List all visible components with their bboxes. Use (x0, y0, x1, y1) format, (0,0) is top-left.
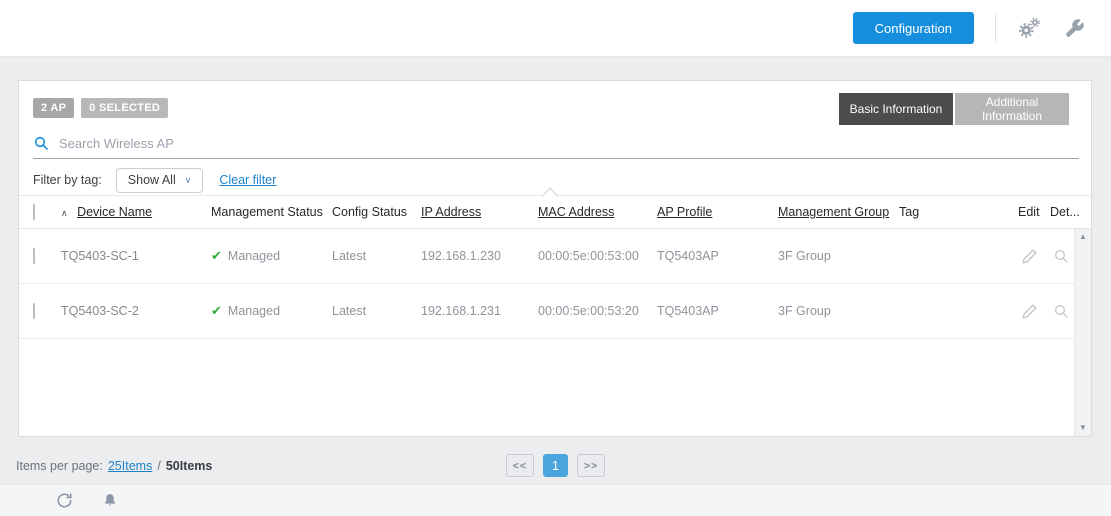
cell-device-name: TQ5403-SC-2 (61, 304, 211, 318)
cell-ap-profile: TQ5403AP (657, 249, 778, 263)
top-bar: Configuration (0, 0, 1111, 57)
tag-filter-dropdown[interactable]: Show All ∨ (116, 168, 204, 193)
tab-basic-information[interactable]: Basic Information (839, 93, 953, 125)
table-row: TQ5403-SC-1 ✔ Managed Latest 192.168.1.2… (19, 229, 1074, 284)
search-input[interactable] (59, 136, 1079, 151)
pagination-prev-button[interactable]: << (506, 454, 534, 477)
bottom-bar (0, 484, 1111, 516)
row-checkbox[interactable] (33, 248, 35, 264)
cell-mac-address: 00:00:5e:00:53:20 (538, 304, 657, 318)
table-row: TQ5403-SC-2 ✔ Managed Latest 192.168.1.2… (19, 284, 1074, 339)
managed-check-icon: ✔ (211, 248, 222, 264)
wrench-icon[interactable] (1062, 16, 1086, 40)
column-header-detail: Det... (1050, 205, 1091, 219)
cell-mac-address: 00:00:5e:00:53:00 (538, 249, 657, 263)
column-header-device-name[interactable]: Device Name (77, 205, 152, 219)
pagination-page-1-button[interactable]: 1 (543, 454, 568, 477)
ap-list-panel: 2 AP 0 SELECTED Basic Information Additi… (18, 80, 1092, 437)
cell-config-status: Latest (332, 249, 421, 263)
edit-pencil-icon[interactable] (1018, 245, 1040, 267)
column-header-management-group[interactable]: Management Group (778, 205, 889, 219)
column-header-ip-address[interactable]: IP Address (421, 205, 481, 219)
cell-ap-profile: TQ5403AP (657, 304, 778, 318)
cell-management-status: ✔ Managed (211, 248, 332, 264)
cell-device-name: TQ5403-SC-1 (61, 249, 211, 263)
chevron-down-icon: ∨ (185, 175, 192, 186)
sort-ascending-icon[interactable]: ∧ (61, 208, 68, 218)
tab-additional-information[interactable]: Additional Information (955, 93, 1069, 125)
ap-count-badge: 2 AP (33, 98, 74, 118)
pagination: << 1 >> (0, 454, 1111, 477)
badges: 2 AP 0 SELECTED (33, 98, 168, 118)
column-header-config-status: Config Status (332, 205, 421, 219)
search-bar (33, 128, 1079, 159)
detail-magnifier-icon[interactable] (1050, 245, 1072, 267)
row-checkbox[interactable] (33, 303, 35, 319)
search-icon (33, 135, 49, 151)
info-tabs: Basic Information Additional Information (839, 93, 1069, 125)
tag-filter-value: Show All (128, 173, 176, 187)
filter-row: Filter by tag: Show All ∨ Clear filter (19, 165, 1091, 196)
cell-management-status: ✔ Managed (211, 303, 332, 319)
pagination-next-button[interactable]: >> (577, 454, 605, 477)
cell-management-group: 3F Group (778, 304, 899, 318)
clear-filter-link[interactable]: Clear filter (219, 173, 276, 187)
cell-config-status: Latest (332, 304, 421, 318)
settings-gears-icon[interactable] (1017, 16, 1041, 40)
edit-pencil-icon[interactable] (1018, 300, 1040, 322)
detail-magnifier-icon[interactable] (1050, 300, 1072, 322)
column-header-ap-profile[interactable]: AP Profile (657, 205, 712, 219)
selected-count-badge: 0 SELECTED (81, 98, 168, 118)
column-header-mac-address[interactable]: MAC Address (538, 205, 614, 219)
column-header-edit: Edit (1018, 205, 1050, 219)
column-header-management-status: Management Status (211, 205, 332, 219)
scroll-down-icon[interactable]: ▼ (1079, 424, 1087, 432)
table-scrollbar[interactable]: ▲ ▼ (1074, 229, 1091, 436)
configuration-button[interactable]: Configuration (853, 12, 974, 44)
toolbar-divider (995, 14, 996, 42)
managed-check-icon: ✔ (211, 303, 222, 319)
table-header: ∧ Device Name Management Status Config S… (19, 196, 1091, 229)
column-header-tag: Tag (899, 205, 1018, 219)
scroll-up-icon[interactable]: ▲ (1079, 233, 1087, 241)
app-window: Configuration 2 AP 0 SELECTED Basic Inf (0, 0, 1111, 516)
cell-management-group: 3F Group (778, 249, 899, 263)
select-all-checkbox[interactable] (33, 204, 35, 220)
cell-ip-address: 192.168.1.230 (421, 249, 538, 263)
notification-bell-icon[interactable] (98, 489, 122, 513)
refresh-icon[interactable] (52, 489, 76, 513)
cell-ip-address: 192.168.1.231 (421, 304, 538, 318)
filter-by-tag-label: Filter by tag: (33, 173, 102, 187)
